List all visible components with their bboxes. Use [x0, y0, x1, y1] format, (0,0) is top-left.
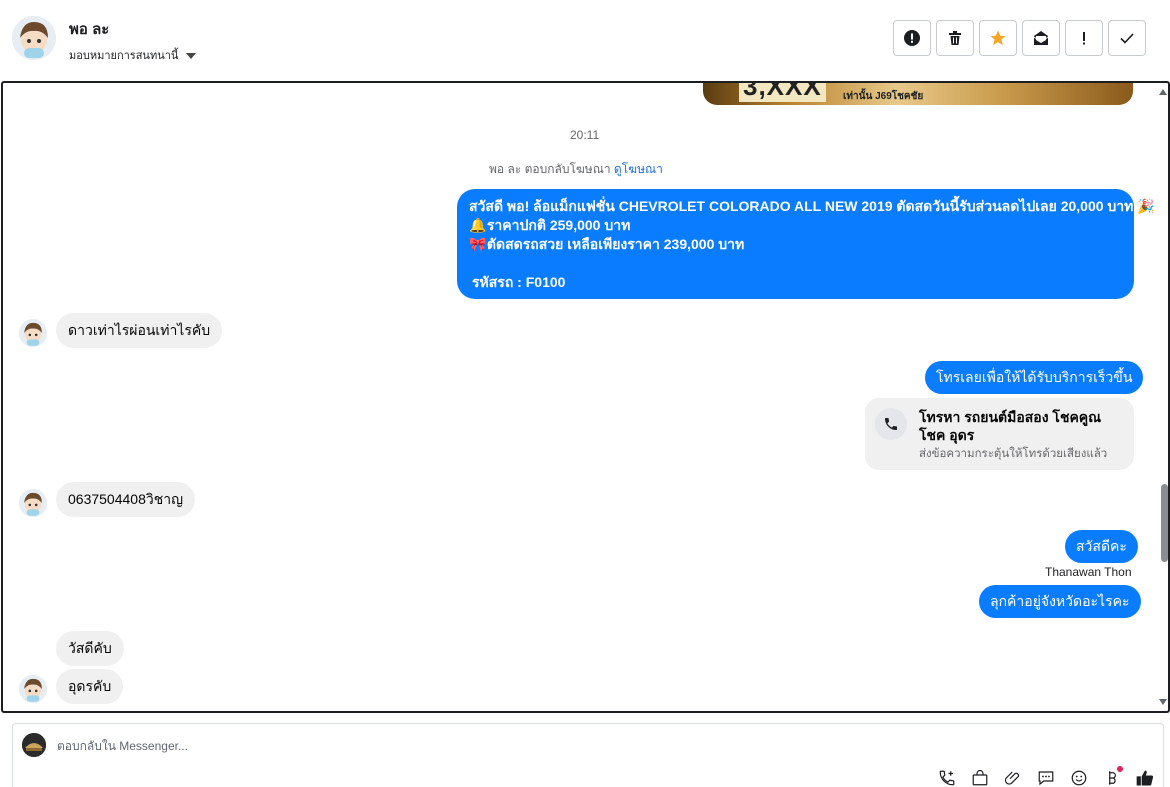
ad-reply-prefix: พอ ละ ตอบกลับโฆษณา	[489, 162, 611, 176]
ad-image-number: 3,XXX	[739, 83, 826, 102]
assign-conversation-dropdown[interactable]: มอบหมายการสนทนานี้	[69, 46, 197, 64]
reply-composer	[12, 723, 1164, 787]
message-thread[interactable]: 3,XXX เท่านั้น J69โชคชัย 20:11 พอ ละ ตอบ…	[1, 81, 1170, 713]
envelope-open-icon	[1033, 31, 1049, 45]
incoming-message: วัสดีคับ	[56, 631, 124, 666]
incoming-message: 0637504408วิชาญ	[56, 482, 196, 517]
scrollbar-thumb[interactable]	[1161, 484, 1168, 562]
call-card-subtitle: ส่งข้อความกระตุ้นให้โทรด้วยเสียงแล้ว	[919, 448, 1108, 460]
ad-message-line2: ราคาปกติ 259,000 บาท	[486, 217, 631, 233]
view-ad-link[interactable]: ดูโฆษณา	[614, 162, 663, 176]
incoming-message: ดาวเท่าไรผ่อนเท่าไรคับ	[56, 313, 223, 348]
reply-input[interactable]	[57, 739, 657, 753]
bell-icon: 🔔	[469, 217, 487, 233]
smiley-icon	[1071, 770, 1087, 786]
call-request-card[interactable]: โทรหา รถยนต์มือสอง โชคคูณโชค อุดร ส่งข้อ…	[865, 398, 1134, 470]
ad-image[interactable]: 3,XXX เท่านั้น J69โชคชัย	[703, 83, 1133, 105]
ad-reply-note: พอ ละ ตอบกลับโฆษณา ดูโฆษณา	[489, 160, 663, 179]
exclamation-icon	[1083, 32, 1085, 45]
star-icon	[990, 30, 1006, 46]
contact-mini-avatar	[19, 675, 47, 703]
ribbon-icon: 🎀	[469, 236, 487, 252]
contact-avatar[interactable]	[12, 16, 56, 60]
phone-plus-icon	[939, 770, 955, 786]
ad-message-line3: ตัดสดรถสวย เหลือเพียงราคา 239,000 บาท	[486, 236, 745, 252]
phone-icon	[875, 408, 907, 440]
mark-done-button[interactable]	[1108, 20, 1146, 56]
caret-down-icon	[186, 52, 197, 59]
conversation-header: พอ ละ มอบหมายการสนทนานี้	[0, 0, 1170, 81]
ad-message-line4: รหัสรถ : F0100	[472, 274, 566, 290]
notification-dot	[1117, 766, 1123, 772]
mark-spam-button[interactable]	[893, 20, 931, 56]
call-request-button[interactable]	[936, 767, 958, 787]
contact-mini-avatar	[19, 319, 47, 347]
sender-name: Thanawan Thon	[1045, 565, 1132, 579]
alert-circle-icon	[904, 30, 920, 46]
move-to-inbox-button[interactable]	[1022, 20, 1060, 56]
paperclip-icon	[1004, 771, 1020, 785]
shopping-bag-icon	[972, 769, 988, 786]
delete-button[interactable]	[936, 20, 974, 56]
like-button[interactable]	[1134, 767, 1156, 787]
attach-button[interactable]	[1002, 767, 1024, 787]
ad-message-line1: สวัสดี พอ! ล้อแม็กแฟชั่น CHEVROLET COLOR…	[469, 198, 1134, 214]
shop-button[interactable]	[969, 767, 991, 787]
outgoing-message: โทรเลยเพื่อให้ได้รับบริการเร็วขึ้น	[925, 361, 1144, 394]
scroll-up-arrow-icon[interactable]	[1159, 89, 1167, 95]
thread-scrollbar[interactable]	[1158, 83, 1168, 711]
incoming-message: อุดรคับ	[56, 669, 124, 704]
chat-bubble-icon	[1038, 771, 1054, 786]
emoji-button[interactable]	[1068, 767, 1090, 787]
mark-important-button[interactable]	[1065, 20, 1103, 56]
contact-name: พอ ละ	[69, 21, 110, 38]
composer-toolbar	[936, 766, 1156, 787]
assign-label: มอบหมายการสนทนานี้	[69, 50, 179, 62]
ad-message-bubble: สวัสดี พอ! ล้อแม็กแฟชั่น CHEVROLET COLOR…	[457, 189, 1155, 299]
ad-image-caption: เท่านั้น J69โชคชัย	[843, 91, 924, 102]
contact-mini-avatar	[19, 489, 47, 517]
page-avatar	[22, 733, 46, 757]
payment-button[interactable]	[1101, 766, 1123, 787]
outgoing-message: ลุกค้าอยู่จังหวัดอะไรคะ	[979, 585, 1141, 618]
scroll-down-arrow-icon[interactable]	[1159, 699, 1167, 705]
check-icon	[1120, 33, 1134, 44]
message-timestamp: 20:11	[570, 128, 600, 142]
star-button[interactable]	[979, 20, 1017, 56]
call-card-title: โทรหา รถยนต์มือสอง โชคคูณโชค อุดร	[919, 409, 1102, 443]
outgoing-message: สวัสดีคะ	[1065, 530, 1138, 563]
party-icon: 🎉	[1137, 198, 1155, 214]
saved-replies-button[interactable]	[1035, 767, 1057, 787]
thumbs-up-icon	[1136, 770, 1154, 786]
header-actions	[893, 20, 1146, 56]
trash-icon	[949, 31, 961, 45]
